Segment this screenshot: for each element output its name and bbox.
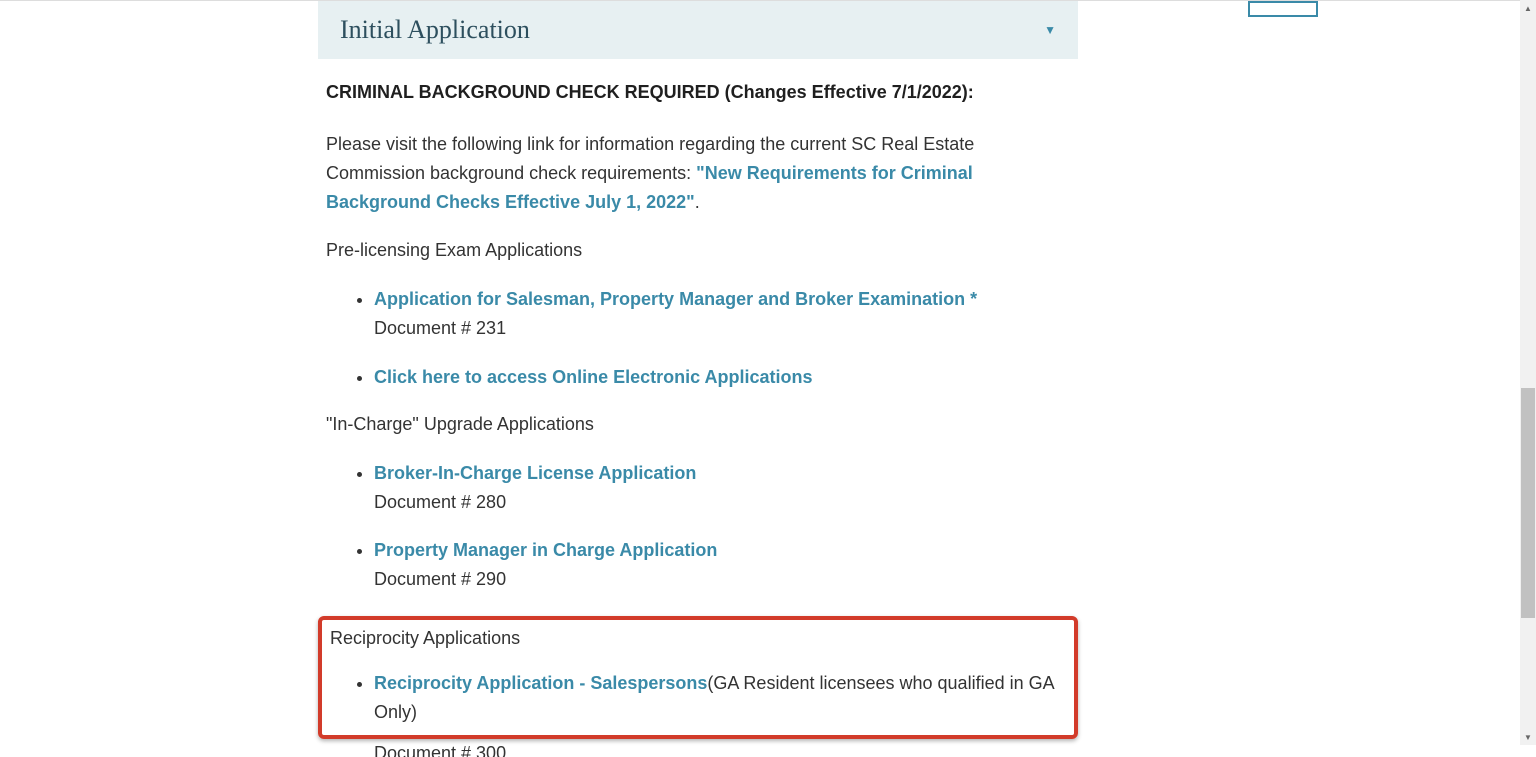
salesman-exam-link[interactable]: Application for Salesman, Property Manag… bbox=[374, 289, 977, 309]
reciprocity-list: Reciprocity Application - Salespersons(G… bbox=[326, 669, 1074, 727]
reciprocity-salesperson-link[interactable]: Reciprocity Application - Salespersons bbox=[374, 673, 707, 693]
list-item: Broker-In-Charge License Application Doc… bbox=[374, 459, 1070, 517]
scrollbar[interactable]: ▲ ▼ bbox=[1520, 0, 1536, 745]
doc-number: Document # 231 bbox=[374, 314, 1070, 343]
incharge-list: Broker-In-Charge License Application Doc… bbox=[326, 459, 1070, 594]
scrollbar-thumb[interactable] bbox=[1521, 388, 1535, 618]
reciprocity-label: Reciprocity Applications bbox=[326, 628, 1074, 649]
chevron-down-icon: ▼ bbox=[1044, 23, 1056, 37]
online-applications-link[interactable]: Click here to access Online Electronic A… bbox=[374, 367, 812, 387]
prelicense-label: Pre-licensing Exam Applications bbox=[326, 240, 1070, 261]
sidebar bbox=[1198, 1, 1318, 757]
list-item: Property Manager in Charge Application D… bbox=[374, 536, 1070, 594]
list-item: Reciprocity Application - Salespersons(G… bbox=[374, 669, 1074, 727]
scroll-up-arrow-icon[interactable]: ▲ bbox=[1520, 0, 1536, 16]
scroll-down-arrow-icon[interactable]: ▼ bbox=[1520, 729, 1536, 745]
bg-check-heading: CRIMINAL BACKGROUND CHECK REQUIRED (Chan… bbox=[326, 79, 1070, 106]
incharge-label: "In-Charge" Upgrade Applications bbox=[326, 414, 1070, 435]
doc-number: Document # 290 bbox=[374, 565, 1070, 594]
doc-number: Document # 280 bbox=[374, 488, 1070, 517]
list-item: Click here to access Online Electronic A… bbox=[374, 363, 1070, 392]
broker-in-charge-link[interactable]: Broker-In-Charge License Application bbox=[374, 463, 696, 483]
sidebar-box[interactable] bbox=[1248, 1, 1318, 17]
bg-check-paragraph: Please visit the following link for info… bbox=[326, 130, 1070, 216]
list-item: Application for Salesman, Property Manag… bbox=[374, 285, 1070, 343]
accordion-header-initial-application[interactable]: Initial Application ▼ bbox=[318, 1, 1078, 59]
reciprocity-highlight-box: Reciprocity Applications Reciprocity App… bbox=[318, 616, 1078, 739]
accordion-content: CRIMINAL BACKGROUND CHECK REQUIRED (Chan… bbox=[318, 79, 1078, 757]
prelicense-list: Application for Salesman, Property Manag… bbox=[326, 285, 1070, 391]
bg-check-period: . bbox=[695, 192, 700, 212]
main-content: Initial Application ▼ CRIMINAL BACKGROUN… bbox=[318, 1, 1078, 757]
accordion-title: Initial Application bbox=[340, 15, 530, 45]
property-manager-link[interactable]: Property Manager in Charge Application bbox=[374, 540, 717, 560]
